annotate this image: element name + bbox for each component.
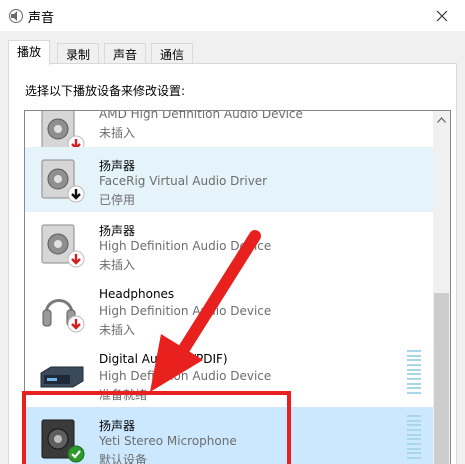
device-name: Digital Audio (S/PDIF): [99, 352, 228, 366]
red-down-arrow-icon: [67, 250, 85, 268]
device-name: 扬声器: [99, 224, 136, 238]
device-item[interactable]: Headphones High Definition Audio Device …: [25, 277, 435, 342]
close-icon: [436, 10, 448, 21]
title-bar: 声音: [0, 0, 465, 31]
scroll-up-button[interactable]: [433, 111, 450, 128]
speaker-icon: [41, 224, 85, 268]
device-status: 未插入: [99, 126, 136, 140]
device-description: High Definition Audio Device: [99, 369, 272, 383]
tab-bar: 播放 录制 声音 通信: [8, 40, 458, 65]
annotation-highlight-box: [22, 391, 291, 464]
tab-recording[interactable]: 录制: [57, 43, 100, 64]
chevron-up-icon: [437, 116, 446, 123]
device-description: High Definition Audio Device: [99, 239, 272, 253]
volume-level-meter: [407, 415, 421, 459]
black-down-arrow-icon: [67, 185, 85, 203]
close-button[interactable]: [419, 0, 465, 31]
device-item[interactable]: 扬声器 FaceRig Virtual Audio Driver 已停用: [25, 147, 435, 212]
tab-communications[interactable]: 通信: [151, 43, 194, 64]
speaker-app-icon: [9, 9, 23, 23]
device-description: FaceRig Virtual Audio Driver: [99, 174, 268, 188]
device-item[interactable]: 扬声器 High Definition Audio Device 未插入: [25, 212, 435, 277]
vertical-scrollbar[interactable]: [433, 111, 450, 464]
device-name: 扬声器: [99, 159, 136, 173]
window-title: 声音: [28, 11, 55, 26]
device-status: 已停用: [99, 193, 136, 207]
headphones-icon: [42, 299, 85, 333]
scroll-thumb[interactable]: [434, 293, 449, 464]
instruction-text: 选择以下播放设备来修改设置:: [25, 84, 186, 98]
device-status: 未插入: [99, 323, 136, 337]
device-description: High Definition Audio Device: [99, 304, 272, 318]
red-down-arrow-icon: [67, 315, 85, 333]
volume-level-meter: [407, 350, 421, 394]
device-status: 未插入: [99, 258, 136, 272]
device-name: AMD High Definition Audio Device: [99, 110, 303, 121]
speaker-icon: [41, 159, 85, 203]
tab-sounds[interactable]: 声音: [104, 43, 147, 64]
tab-playback[interactable]: 播放: [8, 40, 51, 65]
device-name: Headphones: [99, 287, 175, 301]
